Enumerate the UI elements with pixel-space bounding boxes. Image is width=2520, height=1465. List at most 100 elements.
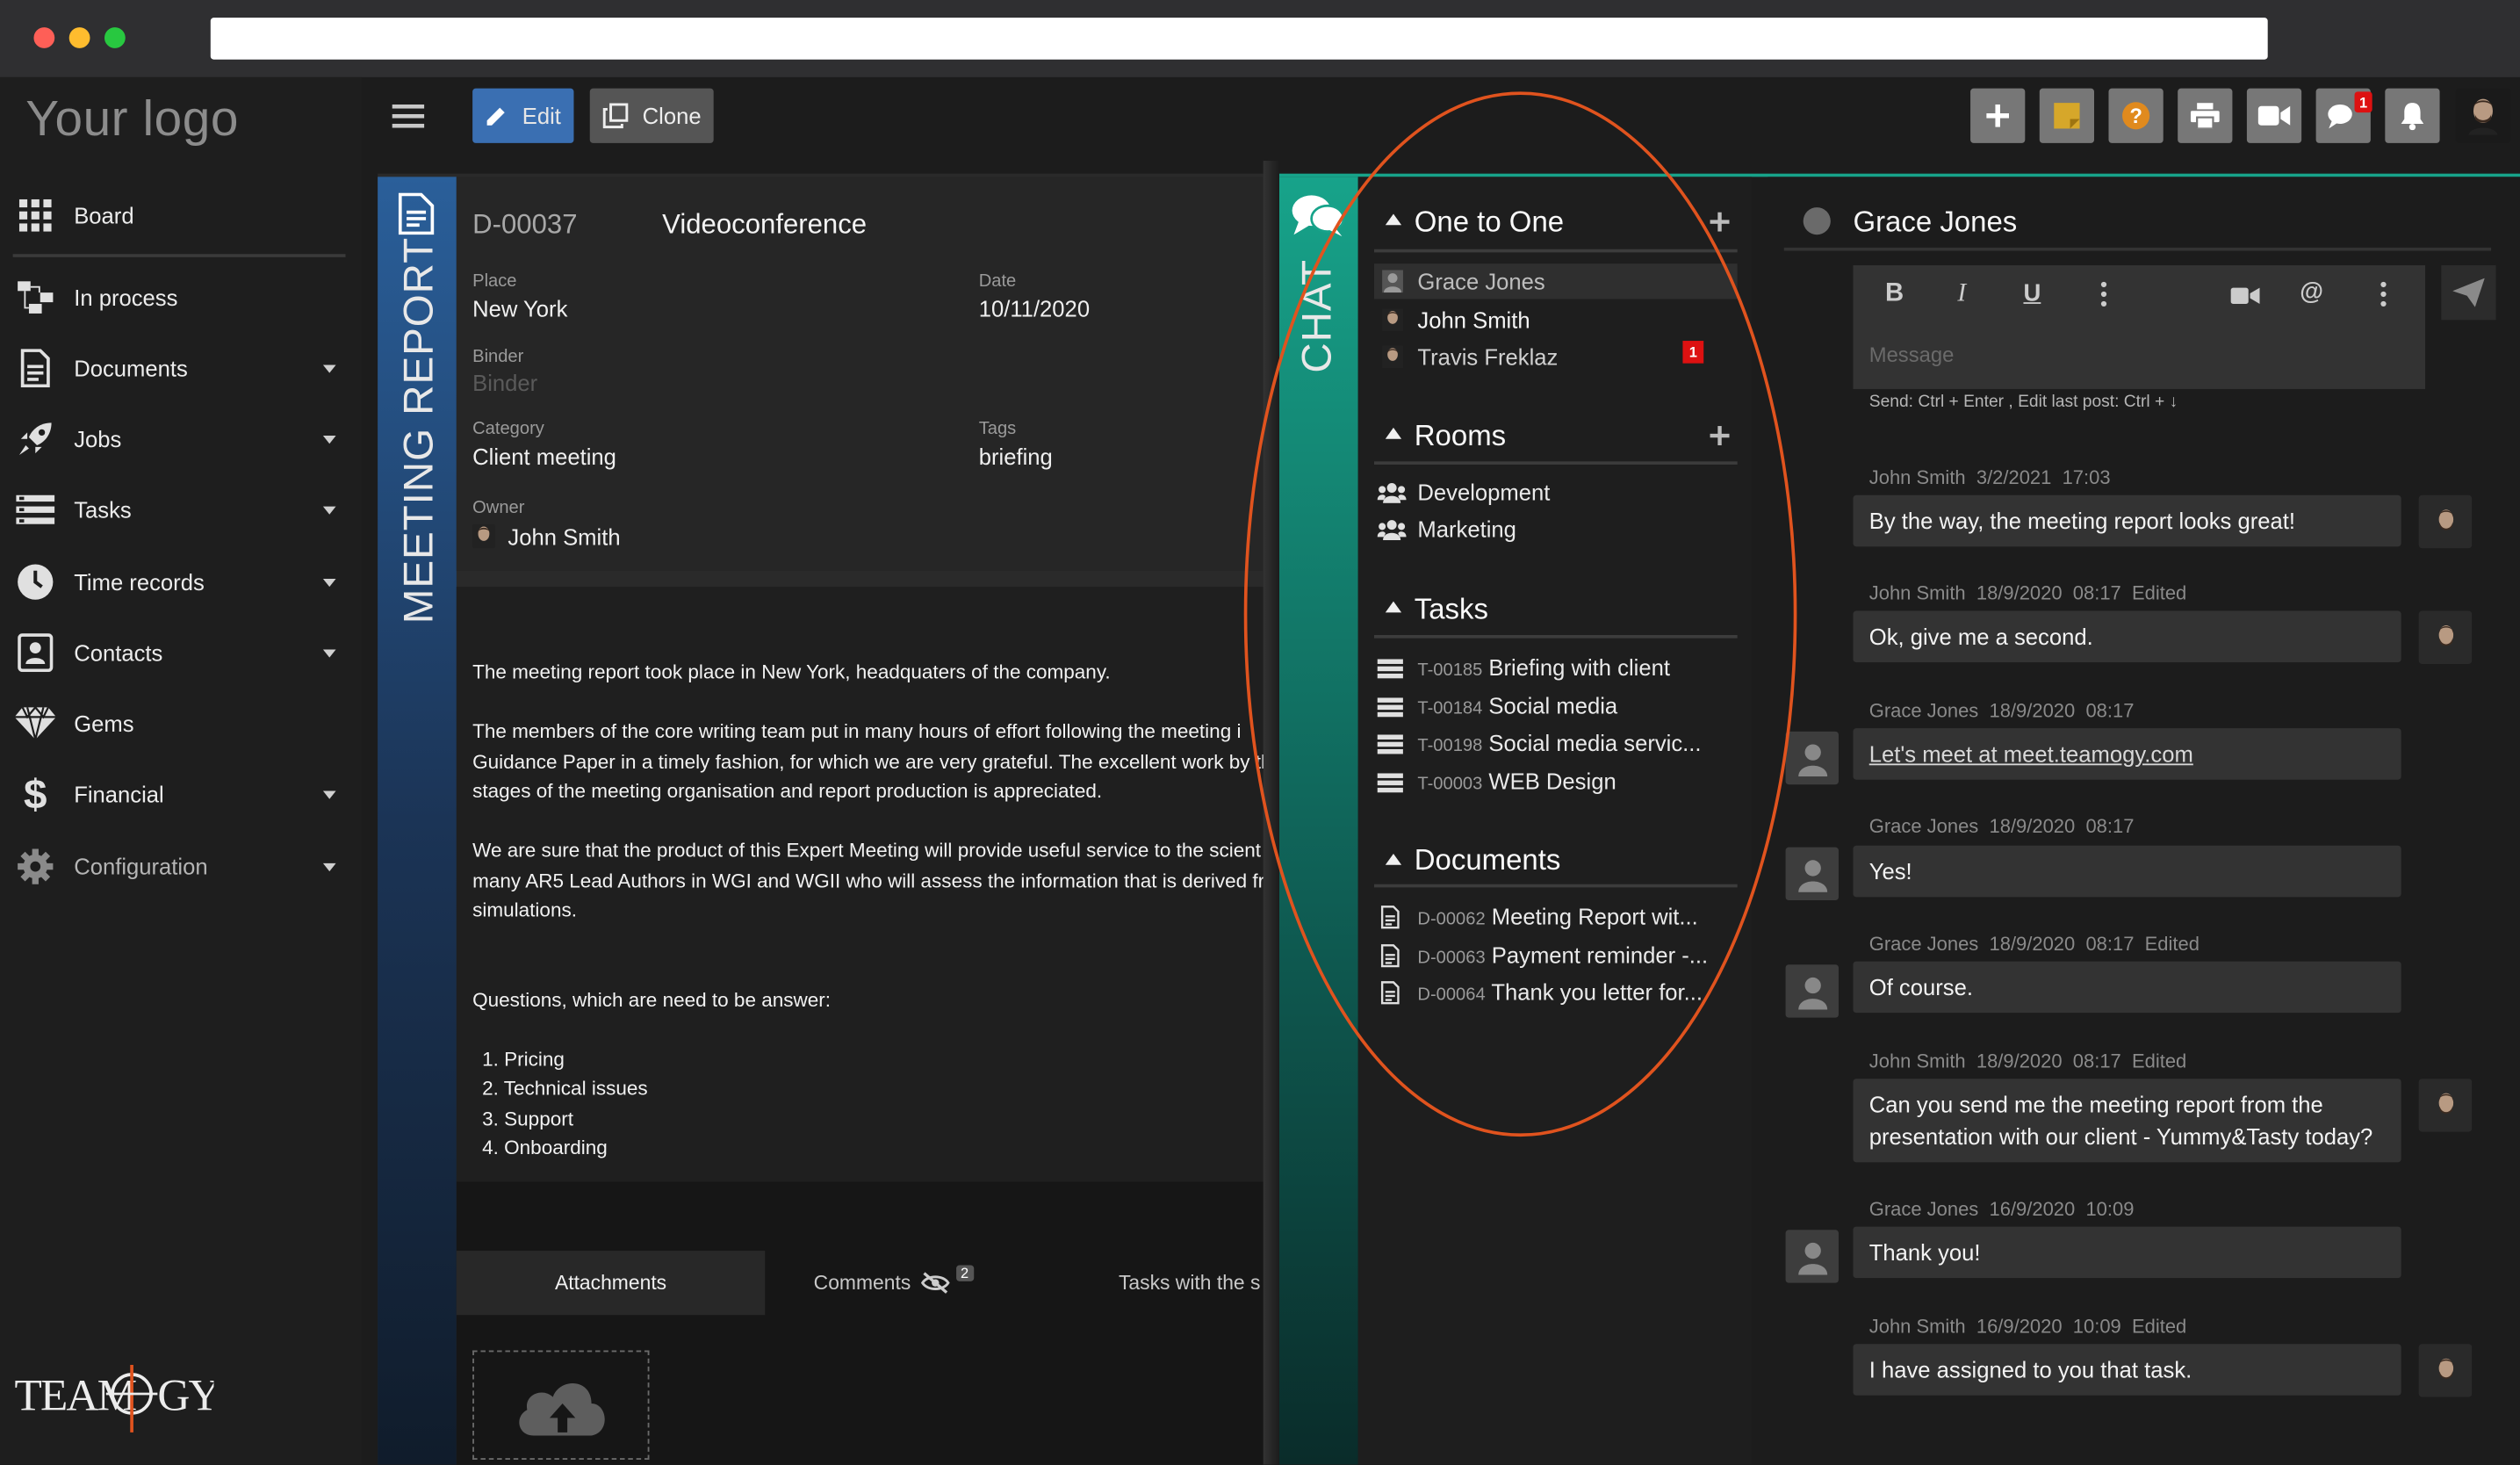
message-text: By the way, the meeting report looks gre… [1868, 508, 2296, 534]
binder-label: Binder [472, 347, 524, 367]
document-title: Videoconference [662, 208, 868, 240]
grid-icon [16, 196, 54, 235]
avatar [1785, 1230, 1839, 1283]
send-icon [2452, 278, 2485, 307]
message-bubble[interactable]: I have assigned to you that task. [1853, 1344, 2401, 1396]
edit-button[interactable]: Edit [472, 88, 574, 143]
sidebar-item-board[interactable]: Board [0, 184, 362, 248]
message-input[interactable]: Message [1869, 343, 1955, 366]
header-divider [1783, 247, 2492, 251]
avatar [2418, 1344, 2473, 1397]
highlight-ellipse [1243, 91, 1797, 1137]
message-link[interactable]: Let's meet at meet.teamogy.com [1869, 738, 2193, 770]
sidebar-item-label: Documents [74, 355, 188, 381]
binder-field[interactable]: Binder [472, 370, 537, 395]
sidebar-item-configuration[interactable]: Configuration [0, 834, 362, 898]
sidebar-item-documents[interactable]: Documents [0, 336, 362, 401]
edit-label: Edit [522, 103, 561, 129]
list-item: 3. Support [482, 1108, 573, 1130]
comments-count-badge: 2 [955, 1265, 974, 1281]
message-bubble[interactable]: Thank you! [1853, 1226, 2401, 1279]
message-bubble[interactable]: Let's meet at meet.teamogy.com [1853, 728, 2401, 780]
tab-attachments[interactable]: Attachments [456, 1251, 766, 1316]
sidebar-item-in-process[interactable]: In process [0, 265, 362, 329]
body-paragraph: simulations. [472, 898, 577, 921]
sidebar-item-financial[interactable]: $ Financial [0, 762, 362, 826]
sidebar-divider [12, 254, 346, 257]
notes-button[interactable] [2039, 88, 2095, 143]
address-bar[interactable] [210, 18, 2268, 60]
add-button[interactable] [1970, 88, 2026, 143]
sidebar-item-label: Financial [74, 781, 164, 807]
body-paragraph: We are sure that the product of this Exp… [472, 839, 1262, 862]
underline-icon[interactable]: U [2023, 279, 2041, 307]
message-bubble[interactable]: Ok, give me a second. [1853, 610, 2401, 663]
sidebar-item-gems[interactable]: Gems [0, 691, 362, 755]
file-drop-zone[interactable] [472, 1350, 650, 1461]
chevron-down-icon [322, 435, 336, 444]
hamburger-menu-icon[interactable] [392, 103, 425, 128]
notifications-button[interactable] [2385, 88, 2440, 143]
message-bubble[interactable]: By the way, the meeting report looks gre… [1853, 494, 2401, 547]
message-text: Of course. [1868, 974, 1973, 1000]
maximize-window-button[interactable] [104, 27, 126, 48]
sidebar-item-tasks[interactable]: Tasks [0, 478, 362, 542]
user-avatar[interactable] [2455, 88, 2511, 143]
sidebar-item-label: In process [74, 284, 178, 311]
video-camera-icon[interactable] [2230, 285, 2260, 304]
tab-tasks[interactable]: Tasks with the s [1022, 1251, 1264, 1315]
chat-button[interactable]: 1 [2315, 88, 2372, 143]
chevron-down-icon [322, 578, 336, 587]
body-paragraph: stages of the meeting organisation and r… [472, 779, 1103, 803]
tab-label: Comments [813, 1271, 911, 1295]
sidebar-item-label: Configuration [74, 853, 208, 880]
chevron-down-icon [322, 648, 336, 657]
message-text: Can you send me the meeting report from … [1868, 1091, 2323, 1118]
print-button[interactable] [2178, 88, 2233, 143]
svg-text:?: ? [2129, 105, 2142, 128]
avatar [2418, 494, 2473, 549]
more-options-icon[interactable] [2380, 281, 2387, 307]
date-value[interactable]: 10/11/2020 [979, 296, 1090, 321]
sidebar-item-label: Tasks [74, 496, 132, 523]
sidebar-item-time-records[interactable]: Time records [0, 550, 362, 614]
tab-label: Tasks with the s [1118, 1271, 1261, 1295]
tags-value[interactable]: briefing [979, 444, 1053, 469]
message-meta: Grace Jones 18/9/2020 08:17 [1868, 815, 2135, 838]
message-meta: John Smith 18/9/2020 08:17 Edited [1868, 581, 2187, 605]
document-icon [16, 349, 54, 388]
bold-icon[interactable]: B [1885, 279, 1904, 308]
user-photo-icon [2468, 98, 2498, 135]
dollar-icon: $ [24, 769, 47, 818]
close-window-button[interactable] [33, 27, 55, 48]
chevron-down-icon [322, 862, 336, 871]
italic-icon[interactable]: I [1957, 279, 1966, 308]
owner-label: Owner [472, 498, 525, 518]
avatar [2418, 1079, 2473, 1132]
sidebar-item-label: Gems [74, 711, 134, 737]
owner-value[interactable]: John Smith [508, 524, 620, 550]
message-bubble[interactable]: Yes! [1853, 845, 2401, 898]
logo: Your logo [25, 90, 239, 147]
category-value[interactable]: Client meeting [472, 444, 616, 469]
help-button[interactable]: ? [2108, 88, 2164, 143]
message-bubble[interactable]: Can you send me the meeting report from … [1853, 1079, 2401, 1163]
sidebar-item-jobs[interactable]: Jobs [0, 407, 362, 471]
printer-icon [2190, 103, 2220, 129]
message-bubble[interactable]: Of course. [1853, 961, 2401, 1014]
clone-button[interactable]: Clone [589, 88, 714, 143]
sidebar-item-contacts[interactable]: Contacts [0, 621, 362, 685]
minimize-window-button[interactable] [68, 27, 90, 48]
message-meta: John Smith 16/9/2020 10:09 Edited [1868, 1315, 2187, 1338]
send-button[interactable] [2441, 265, 2496, 321]
avatar [2418, 610, 2473, 664]
body-paragraph: The meeting report took place in New Yor… [472, 660, 1111, 683]
message-text: Ok, give me a second. [1868, 624, 2093, 650]
tab-comments[interactable]: Comments 2 [765, 1251, 1022, 1315]
place-value[interactable]: New York [472, 296, 567, 321]
video-call-button[interactable] [2246, 88, 2302, 143]
more-options-icon[interactable] [2100, 281, 2107, 307]
mention-icon[interactable]: @ [2300, 278, 2323, 306]
message-meta: Grace Jones 18/9/2020 08:17 Edited [1868, 932, 2200, 956]
rocket-icon [16, 420, 54, 458]
